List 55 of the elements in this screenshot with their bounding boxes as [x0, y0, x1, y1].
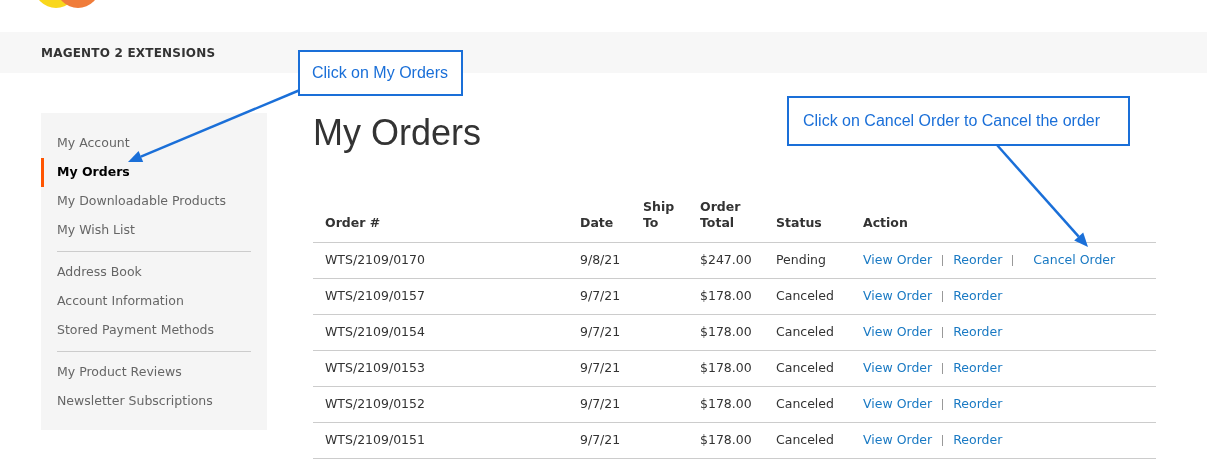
callout-box: Click on My Orders: [298, 50, 463, 96]
page-title: My Orders: [313, 111, 481, 155]
column-header: Ship To: [643, 199, 676, 232]
column-header: Date: [580, 215, 614, 232]
action-link[interactable]: View Order: [863, 431, 933, 450]
action-link[interactable]: View Order: [863, 395, 933, 414]
table-cell: Canceled: [776, 396, 834, 412]
action-link[interactable]: Reorder: [953, 287, 1003, 306]
table-cell: 9/7/21: [580, 288, 621, 304]
action-link[interactable]: View Order: [863, 323, 933, 342]
sidebar-item[interactable]: My Account: [57, 129, 251, 158]
action-link[interactable]: View Order: [863, 287, 933, 306]
sidebar-item[interactable]: My Wish List: [57, 216, 251, 245]
sidebar-item[interactable]: Stored Payment Methods: [57, 316, 251, 345]
table-cell: Canceled: [776, 324, 834, 340]
action-link[interactable]: View Order: [863, 251, 933, 270]
callout-box: Click on Cancel Order to Cancel the order: [787, 96, 1130, 146]
table-cell: $178.00: [700, 324, 752, 340]
sidebar-item[interactable]: My Product Reviews: [57, 358, 251, 387]
column-header: Action: [863, 215, 907, 232]
table-cell: $178.00: [700, 360, 752, 376]
column-header: Order #: [325, 215, 381, 232]
action-link[interactable]: Reorder: [953, 431, 1003, 450]
sidebar-item[interactable]: Newsletter Subscriptions: [57, 387, 251, 416]
action-link[interactable]: Reorder: [953, 251, 1003, 270]
action-link[interactable]: Cancel Order: [1033, 251, 1116, 270]
table-cell: $178.00: [700, 432, 752, 448]
action-link[interactable]: Reorder: [953, 395, 1003, 414]
table-cell: WTS/2109/0157: [325, 288, 425, 304]
sidebar-item[interactable]: Account Information: [57, 287, 251, 316]
table-cell: 9/7/21: [580, 396, 621, 412]
table-cell: 9/8/21: [580, 252, 621, 268]
table-cell: WTS/2109/0170: [325, 252, 425, 268]
nav-title[interactable]: MAGENTO 2 EXTENSIONS: [41, 43, 216, 62]
table-cell: Canceled: [776, 432, 834, 448]
action-link[interactable]: Reorder: [953, 359, 1003, 378]
table-cell: $247.00: [700, 252, 752, 268]
table-cell: 9/7/21: [580, 324, 621, 340]
table-cell: $178.00: [700, 396, 752, 412]
table-cell: WTS/2109/0151: [325, 432, 425, 448]
table-cell: Canceled: [776, 288, 834, 304]
table-cell: Pending: [776, 252, 826, 268]
table-cell: WTS/2109/0154: [325, 324, 425, 340]
table-cell: $178.00: [700, 288, 752, 304]
sidebar-item[interactable]: Address Book: [57, 258, 251, 287]
column-header: Status: [776, 215, 820, 232]
action-link[interactable]: Reorder: [953, 323, 1003, 342]
table-cell: WTS/2109/0152: [325, 396, 425, 412]
table-cell: WTS/2109/0153: [325, 360, 425, 376]
column-header: Order Total: [700, 199, 742, 232]
action-link[interactable]: View Order: [863, 359, 933, 378]
table-cell: Canceled: [776, 360, 834, 376]
table-cell: 9/7/21: [580, 360, 621, 376]
table-cell: 9/7/21: [580, 432, 621, 448]
sidebar-item[interactable]: My Downloadable Products: [57, 187, 251, 216]
